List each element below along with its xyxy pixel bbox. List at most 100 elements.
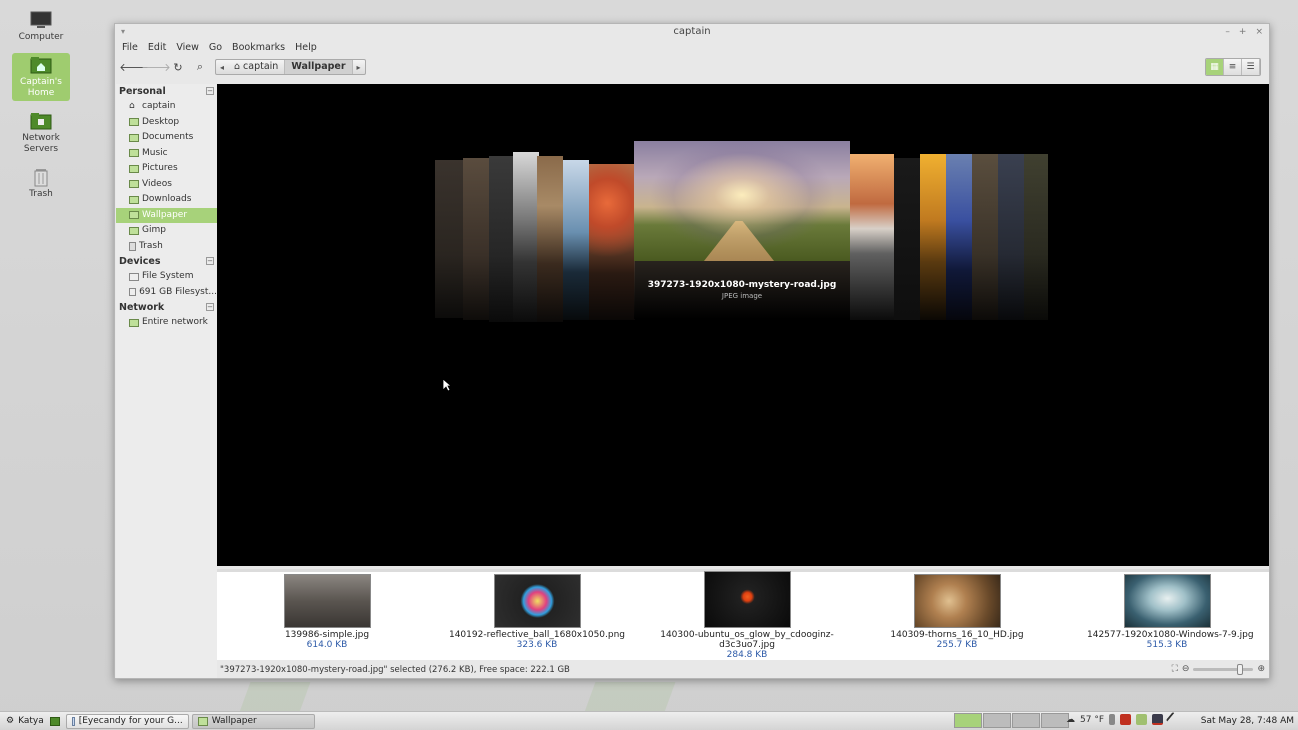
file-item[interactable]: 139986-simple.jpg 614.0 KB — [277, 574, 377, 651]
zoom-out-icon[interactable]: ⊖ — [1182, 664, 1190, 674]
collapse-icon[interactable]: − — [206, 87, 214, 95]
menu-file[interactable]: File — [122, 42, 138, 53]
forward-button[interactable]: 🡒 — [141, 58, 171, 76]
task-button-browser[interactable]: [Eyecandy for your G... — [65, 713, 189, 729]
workspace-3[interactable] — [1012, 713, 1040, 728]
coverflow-thumbnail[interactable] — [589, 164, 635, 320]
icon-view-button[interactable]: ▦ — [1206, 59, 1224, 75]
sidebar-item-gimp[interactable]: Gimp — [116, 223, 217, 239]
menu-view[interactable]: View — [176, 42, 199, 53]
task-button-wallpaper[interactable]: Wallpaper — [191, 713, 315, 729]
coverflow-thumbnail[interactable] — [563, 160, 589, 320]
file-item[interactable]: 140192-reflective_ball_1680x1050.png 323… — [447, 574, 627, 651]
coverflow-thumbnail[interactable] — [920, 154, 946, 320]
desktop-icon-home[interactable]: Captain's Home — [12, 53, 70, 101]
videos-folder-icon — [129, 180, 139, 189]
path-scroll-right-icon[interactable]: ▸ — [353, 63, 365, 72]
coverflow-thumbnail[interactable] — [972, 154, 998, 320]
sidebar-item-wallpaper[interactable]: Wallpaper — [116, 207, 217, 223]
sidebar-item-label: File System — [142, 271, 194, 281]
coverflow-thumbnail[interactable] — [489, 156, 513, 322]
maximize-icon[interactable]: + — [1239, 24, 1247, 40]
desktop-icon-label: Trash — [29, 189, 53, 199]
path-scroll-left-icon[interactable]: ◂ — [216, 63, 228, 72]
desktop-icon-computer[interactable]: Computer — [12, 8, 70, 45]
sidebar-item-videos[interactable]: Videos — [116, 177, 217, 193]
collapse-icon[interactable]: − — [206, 257, 214, 265]
coverflow-thumbnail[interactable] — [463, 158, 489, 320]
workspace-2[interactable] — [983, 713, 1011, 728]
sidebar-section-personal[interactable]: Personal − — [116, 84, 217, 99]
coverflow-thumbnail[interactable] — [1024, 154, 1048, 320]
workspace-4[interactable] — [1041, 713, 1069, 728]
home-folder-icon — [30, 57, 52, 74]
compact-view-button[interactable]: ☰ — [1242, 59, 1260, 75]
clock[interactable]: Sat May 28, 7:48 AM — [1201, 716, 1294, 726]
path-segment-current[interactable]: Wallpaper — [285, 60, 353, 74]
path-segment-home[interactable]: ⌂ captain — [228, 60, 286, 74]
titlebar[interactable]: ▾ captain – + × — [115, 24, 1269, 40]
sidebar-item-downloads[interactable]: Downloads — [116, 192, 217, 208]
main-menu-button[interactable]: ⚙ Katya — [0, 716, 50, 726]
file-item[interactable]: 142577-1920x1080-Windows-7-9.jpg 515.3 K… — [1087, 574, 1254, 651]
network-icon — [129, 318, 139, 327]
menu-bookmarks[interactable]: Bookmarks — [232, 42, 285, 53]
sidebar-item-captain[interactable]: ⌂ captain — [116, 99, 217, 115]
desktop-icon-network[interactable]: Network Servers — [12, 109, 70, 157]
minimize-icon[interactable]: – — [1225, 24, 1230, 40]
coverflow-view[interactable]: 397273-1920x1080-mystery-road.jpg JPEG i… — [217, 84, 1269, 566]
home-icon: ⌂ — [129, 101, 135, 112]
desktop-icon-trash[interactable]: Trash — [12, 165, 70, 202]
weather-text[interactable]: 57 °F — [1080, 715, 1104, 725]
collapse-icon[interactable]: − — [206, 303, 214, 311]
zoom-slider-handle[interactable] — [1236, 663, 1243, 675]
coverflow-thumbnail[interactable] — [894, 158, 920, 320]
monitor-icon[interactable] — [1152, 714, 1163, 725]
list-view-button[interactable]: ≡ — [1224, 59, 1242, 75]
weather-icon[interactable]: ☁ — [1066, 715, 1075, 725]
zoom-in-icon[interactable]: ⊕ — [1257, 664, 1265, 674]
window-menu-icon[interactable]: ▾ — [121, 24, 125, 40]
sidebar-item-volume[interactable]: 691 GB Filesyst... — [116, 285, 217, 301]
coverflow-thumbnail[interactable] — [537, 156, 563, 322]
reload-button[interactable]: ↻ — [167, 58, 189, 76]
file-name: 139986-simple.jpg — [284, 630, 370, 640]
coverflow-thumbnail[interactable] — [513, 152, 539, 322]
sidebar-item-music[interactable]: Music — [116, 146, 217, 162]
sidebar-section-network[interactable]: Network − — [116, 300, 217, 315]
pen-icon[interactable] — [1165, 711, 1182, 728]
search-icon: ⌕ — [196, 60, 204, 73]
sidebar-item-label: Downloads — [142, 194, 192, 204]
close-icon[interactable]: × — [1255, 24, 1263, 40]
sidebar-item-label: Wallpaper — [142, 209, 188, 220]
zoom-slider[interactable] — [1193, 663, 1254, 675]
menu-go[interactable]: Go — [209, 42, 222, 53]
sidebar-item-trash[interactable]: Trash — [116, 239, 217, 255]
system-tray: ☁ 57 °F — [1066, 711, 1182, 728]
menu-edit[interactable]: Edit — [148, 42, 166, 53]
coverflow-current-item[interactable]: 397273-1920x1080-mystery-road.jpg JPEG i… — [634, 141, 850, 319]
sidebar-section-devices[interactable]: Devices − — [116, 254, 217, 269]
sidebar-item-filesystem[interactable]: File System — [116, 269, 217, 285]
sidebar-item-label: Gimp — [142, 225, 166, 235]
file-item[interactable]: 140309-thorns_16_10_HD.jpg 255.7 KB — [882, 574, 1032, 651]
coverflow-thumbnail[interactable] — [998, 154, 1024, 320]
sidebar-item-documents[interactable]: Documents — [116, 130, 217, 146]
shield-icon[interactable] — [1136, 714, 1147, 725]
search-button[interactable]: ⌕ — [189, 58, 211, 76]
file-size: 323.6 KB — [516, 640, 558, 650]
sidebar-item-desktop[interactable]: Desktop — [116, 115, 217, 131]
coverflow-thumbnail[interactable] — [850, 154, 894, 320]
fit-icon[interactable]: ⛶ — [1172, 664, 1178, 674]
coverflow-thumbnail[interactable] — [435, 160, 465, 318]
app-indicator-icon[interactable] — [1120, 714, 1131, 725]
coverflow-thumbnail[interactable] — [946, 154, 972, 320]
sidebar-item-entire-network[interactable]: Entire network — [116, 315, 217, 331]
show-desktop-icon[interactable] — [49, 716, 60, 726]
file-item[interactable]: 140300-ubuntu_os_glow_by_cdooginz-d3c3uo… — [657, 571, 837, 660]
sidebar-item-pictures[interactable]: Pictures — [116, 161, 217, 177]
workspace-1[interactable] — [954, 713, 982, 728]
gear-icon: ⚙ — [6, 716, 15, 726]
menu-help[interactable]: Help — [295, 42, 317, 53]
network-icon[interactable] — [1109, 714, 1115, 725]
